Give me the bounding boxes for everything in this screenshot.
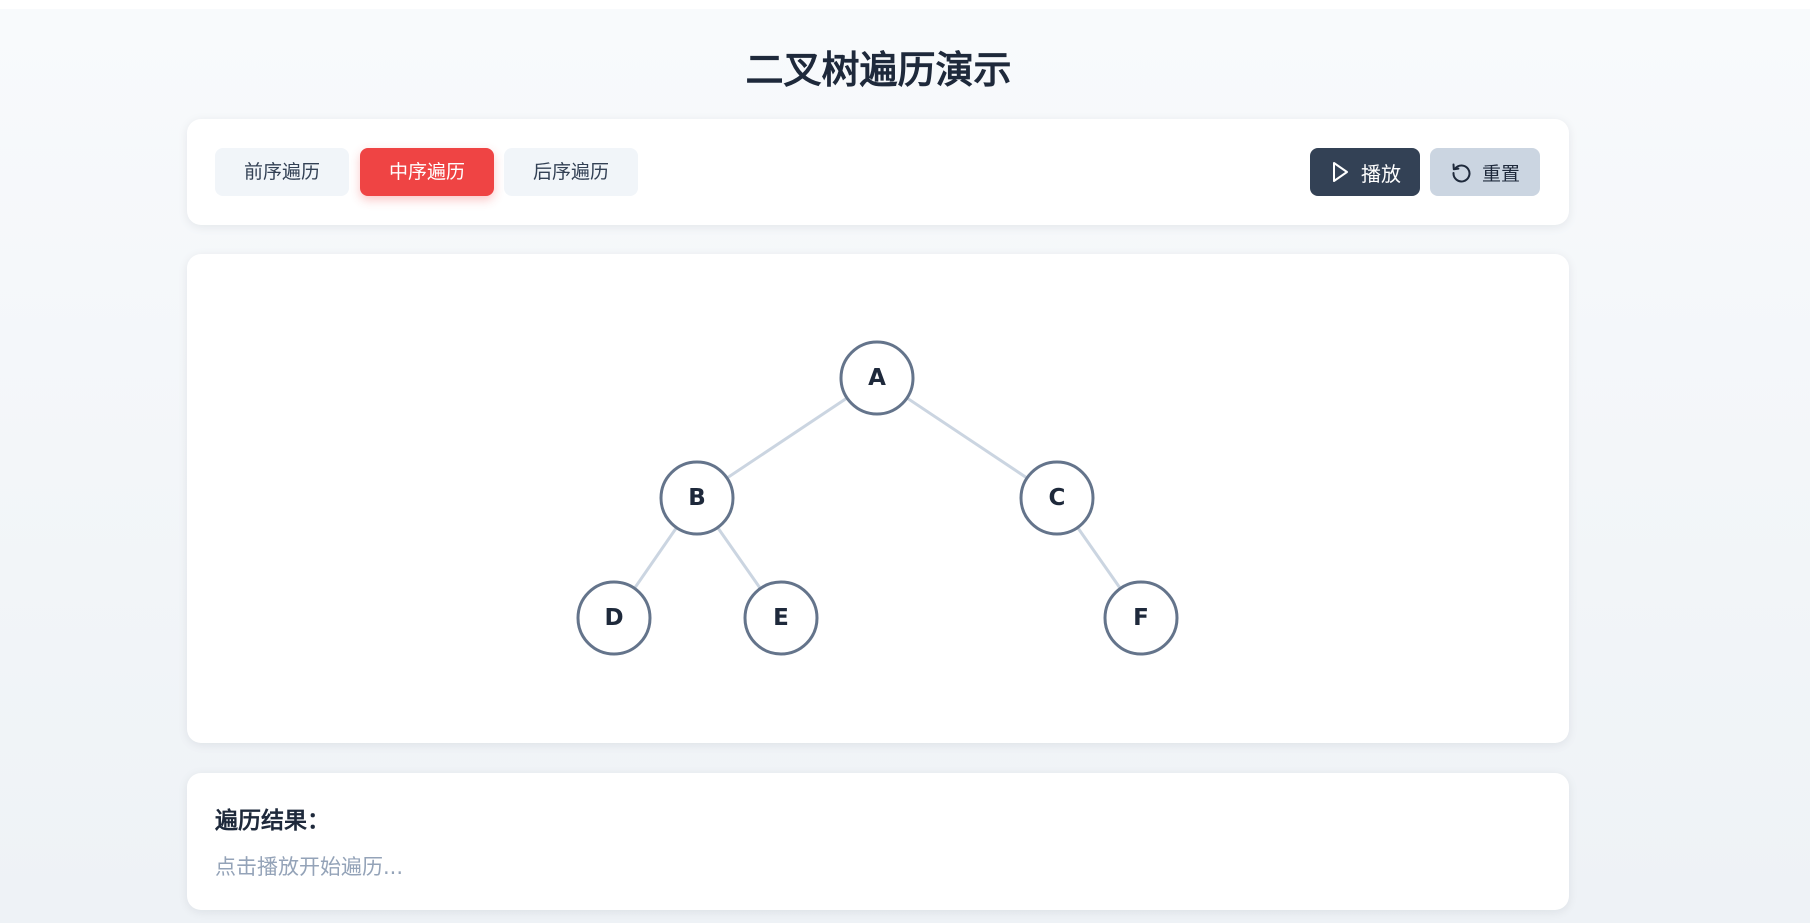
tree-node-label: A <box>868 365 886 391</box>
result-title: 遍历结果： <box>215 808 330 834</box>
tree-node-c[interactable]: C <box>1019 460 1095 536</box>
tree-node-label: B <box>688 485 706 511</box>
result-panel: 遍历结果： 点击播放开始遍历... <box>187 773 1569 910</box>
toolbar: 前序遍历 中序遍历 后序遍历 播放 重置 <box>187 119 1569 225</box>
tab-inorder[interactable]: 中序遍历 <box>360 148 494 196</box>
tree-node-f[interactable]: F <box>1103 580 1179 656</box>
top-strip <box>0 0 1810 9</box>
reset-label: 重置 <box>1481 162 1520 185</box>
tree-node-label: F <box>1133 605 1149 631</box>
play-icon <box>1329 161 1351 183</box>
play-label: 播放 <box>1361 161 1401 186</box>
binary-tree-diagram: A B C D E F <box>576 340 1179 656</box>
tree-panel: A B C D E F <box>187 254 1569 743</box>
tree-node-b[interactable]: B <box>659 460 735 536</box>
tab-postorder[interactable]: 后序遍历 <box>504 148 638 196</box>
result-output: 点击播放开始遍历... <box>215 855 404 879</box>
tree-nodes: A B C D E F <box>576 340 1179 656</box>
tree-node-a[interactable]: A <box>839 340 915 416</box>
page-title: 二叉树遍历演示 <box>745 48 1012 92</box>
tree-node-label: E <box>773 605 789 631</box>
tab-preorder[interactable]: 前序遍历 <box>215 148 349 196</box>
tree-node-label: C <box>1049 485 1066 511</box>
reset-icon <box>1450 161 1472 183</box>
tree-node-label: D <box>604 605 623 631</box>
play-button[interactable]: 播放 <box>1310 148 1420 196</box>
tree-node-d[interactable]: D <box>576 580 652 656</box>
reset-button[interactable]: 重置 <box>1430 148 1540 196</box>
tree-node-e[interactable]: E <box>743 580 819 656</box>
